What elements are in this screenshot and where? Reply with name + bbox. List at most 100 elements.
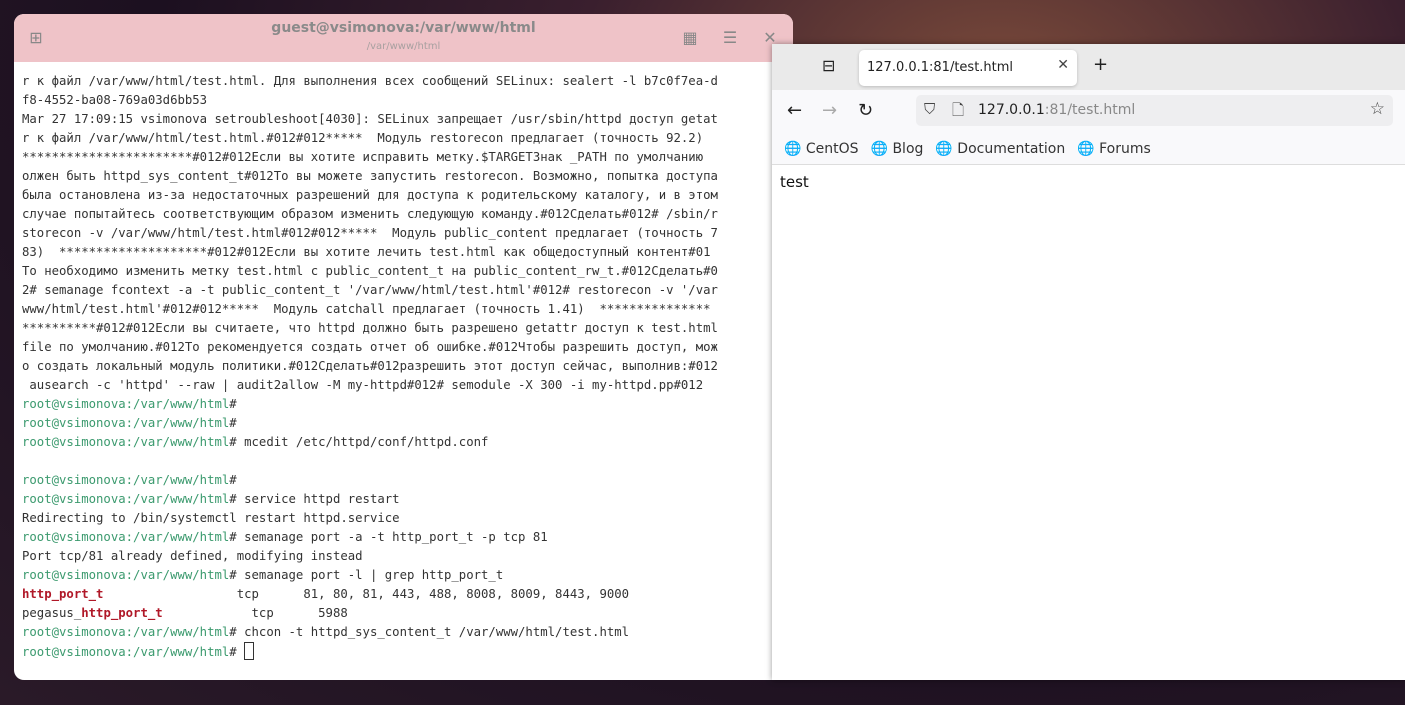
line-text: была остановлена из-за недостаточных раз… — [22, 188, 718, 202]
globe-icon: 🌐 — [784, 141, 802, 157]
line-text: 83) ********************#012#012Если вы … — [22, 245, 711, 259]
shell-prompt: root@vsimonova:/var/www/html — [22, 530, 230, 544]
terminal-title: guest@vsimonova:/var/www/html — [271, 20, 536, 36]
globe-icon: 🌐 — [1077, 141, 1095, 157]
tab-bar: ⊟ 127.0.0.1:81/test.html ✕ + — [772, 44, 1405, 90]
terminal-line: ausearch -c 'httpd' --raw | audit2allow … — [22, 376, 793, 395]
terminal-line: 83) ********************#012#012Если вы … — [22, 243, 793, 262]
terminal-line: root@vsimonova:/var/www/html# — [22, 395, 793, 414]
bookmark-centos[interactable]: 🌐 CentOS — [784, 141, 859, 157]
tab-active[interactable]: 127.0.0.1:81/test.html ✕ — [859, 50, 1077, 86]
tab-close-icon[interactable]: ✕ — [1057, 57, 1069, 73]
bookmark-star-icon[interactable]: ☆ — [1370, 99, 1385, 119]
line-text: случае попытайтесь соответствующим образ… — [22, 207, 718, 221]
shell-prompt: root@vsimonova:/var/www/html — [22, 473, 230, 487]
bookmark-label: Documentation — [957, 141, 1066, 157]
terminal-line: олжен быть httpd_sys_content_t#012То вы … — [22, 167, 793, 186]
terminal-line: была остановлена из-за недостаточных раз… — [22, 186, 793, 205]
line-text: tcp 81, 80, 81, 443, 488, 8008, 8009, 84… — [103, 587, 630, 601]
line-text: storecon -v /var/www/html/test.html#012#… — [22, 226, 718, 240]
page-content: test — [780, 173, 809, 191]
bookmark-documentation[interactable]: 🌐 Documentation — [935, 141, 1065, 157]
terminal-line: pegasus_http_port_t tcp 5988 — [22, 604, 793, 623]
bookmark-forums[interactable]: 🌐 Forums — [1077, 141, 1151, 157]
terminal-line: root@vsimonova:/var/www/html# — [22, 414, 793, 433]
shell-prompt: root@vsimonova:/var/www/html — [22, 645, 230, 659]
menu-icon[interactable]: ☰ — [720, 28, 740, 48]
terminal-line: storecon -v /var/www/html/test.html#012#… — [22, 224, 793, 243]
shell-prompt: root@vsimonova:/var/www/html — [22, 435, 230, 449]
line-text: ***********************#012#012Если вы х… — [22, 150, 704, 164]
terminal-line: случае попытайтесь соответствующим образ… — [22, 205, 793, 224]
terminal-line: root@vsimonova:/var/www/html# — [22, 471, 793, 490]
bookmark-label: Forums — [1099, 141, 1151, 157]
tab-overview-icon[interactable]: ▦ — [680, 28, 700, 48]
globe-icon: 🌐 — [935, 141, 953, 157]
shell-prompt: root@vsimonova:/var/www/html — [22, 492, 230, 506]
terminal-line: root@vsimonova:/var/www/html# mcedit /et… — [22, 433, 793, 452]
terminal-line: **********#012#012Если вы считаете, что … — [22, 319, 793, 338]
nav-bar: ← → ↻ ⛉ 🗋 127.0.0.1:81/test.html ☆ — [772, 90, 1405, 134]
bookmark-label: CentOS — [805, 141, 859, 157]
terminal-line: Port tcp/81 already defined, modifying i… — [22, 547, 793, 566]
shell-prompt: root@vsimonova:/var/www/html — [22, 625, 230, 639]
tab-title: 127.0.0.1:81/test.html — [867, 60, 1014, 75]
back-icon[interactable]: ← — [787, 100, 802, 121]
line-text: # — [229, 645, 245, 659]
terminal-line: f8-4552-ba08-769a03d6bb53 — [22, 91, 793, 110]
grep-match: http_port_t — [81, 606, 163, 620]
url-path: :81/test.html — [1044, 102, 1136, 118]
bookmark-blog[interactable]: 🌐 Blog — [871, 141, 924, 157]
forward-icon[interactable]: → — [822, 100, 837, 121]
line-text: www/html/test.html'#012#012***** Модуль … — [22, 302, 711, 316]
line-text: ausearch -c 'httpd' --raw | audit2allow … — [22, 378, 704, 392]
line-text: # chcon -t httpd_sys_content_t /var/www/… — [229, 625, 630, 639]
reload-icon[interactable]: ↻ — [858, 100, 873, 121]
line-text: r к файл /var/www/html/test.html.#012#01… — [22, 131, 704, 145]
line-text: r к файл /var/www/html/test.html. Для вы… — [22, 74, 718, 88]
terminal-line: root@vsimonova:/var/www/html# chcon -t h… — [22, 623, 793, 642]
terminal-line: root@vsimonova:/var/www/html# — [22, 642, 793, 661]
terminal-cursor — [244, 642, 255, 660]
terminal-line: r к файл /var/www/html/test.html. Для вы… — [22, 72, 793, 91]
terminal-line: Mar 27 17:09:15 vsimonova setroubleshoot… — [22, 110, 793, 129]
terminal-output[interactable]: r к файл /var/www/html/test.html. Для вы… — [22, 72, 793, 661]
line-text: f8-4552-ba08-769a03d6bb53 — [22, 93, 208, 107]
terminal-line: ***********************#012#012Если вы х… — [22, 148, 793, 167]
line-text: # — [229, 473, 237, 487]
url-host: 127.0.0.1 — [978, 102, 1045, 118]
globe-icon: 🌐 — [870, 141, 888, 157]
page-icon: 🗋 — [952, 101, 965, 119]
terminal-line: Redirecting to /bin/systemctl restart ht… — [22, 509, 793, 528]
line-text: # semanage port -l | grep http_port_t — [229, 568, 504, 582]
new-tab-button[interactable]: + — [1093, 54, 1108, 75]
tab-list-icon[interactable]: ⊟ — [822, 56, 835, 75]
shell-prompt: root@vsimonova:/var/www/html — [22, 397, 230, 411]
line-text: о создать локальный модуль политики.#012… — [22, 359, 718, 373]
bookmarks-bar: 🌐 CentOS 🌐 Blog 🌐 Documentation 🌐 Forums — [772, 134, 1405, 165]
line-text: pegasus_ — [22, 606, 82, 620]
bookmark-label: Blog — [892, 141, 924, 157]
line-text: Port tcp/81 already defined, modifying i… — [22, 549, 363, 563]
grep-match: http_port_t — [22, 587, 104, 601]
terminal-line: 2# semanage fcontext -a -t public_conten… — [22, 281, 793, 300]
line-text: tcp 5988 — [162, 606, 348, 620]
terminal-line: file по умолчанию.#012То рекомендуется с… — [22, 338, 793, 357]
url-bar[interactable]: ⛉ 🗋 127.0.0.1:81/test.html ☆ — [916, 95, 1393, 126]
line-text: Mar 27 17:09:15 vsimonova setroubleshoot… — [22, 112, 718, 126]
line-text: олжен быть httpd_sys_content_t#012То вы … — [22, 169, 718, 183]
terminal-line: www/html/test.html'#012#012***** Модуль … — [22, 300, 793, 319]
shield-icon[interactable]: ⛉ — [924, 100, 935, 118]
line-text: Redirecting to /bin/systemctl restart ht… — [22, 511, 400, 525]
terminal-line: root@vsimonova:/var/www/html# semanage p… — [22, 566, 793, 585]
terminal-line: http_port_t tcp 81, 80, 81, 443, 488, 80… — [22, 585, 793, 604]
line-text: # service httpd restart — [229, 492, 400, 506]
terminal-line: r к файл /var/www/html/test.html.#012#01… — [22, 129, 793, 148]
line-text: **********#012#012Если вы считаете, что … — [22, 321, 718, 335]
terminal-window: ⊞ guest@vsimonova:/var/www/html /var/www… — [14, 14, 793, 680]
line-text: 2# semanage fcontext -a -t public_conten… — [22, 283, 718, 297]
terminal-line: То необходимо изменить метку test.html с… — [22, 262, 793, 281]
shell-prompt: root@vsimonova:/var/www/html — [22, 568, 230, 582]
browser-window: ⊟ 127.0.0.1:81/test.html ✕ + ← → ↻ ⛉ 🗋 1… — [772, 44, 1405, 680]
line-text: То необходимо изменить метку test.html с… — [22, 264, 718, 278]
